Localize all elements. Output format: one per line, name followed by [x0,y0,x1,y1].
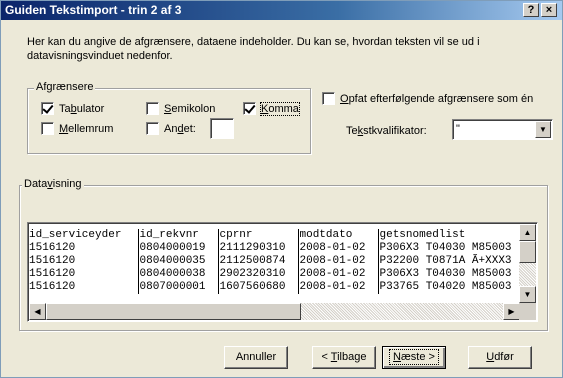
table-cell: 2008-01-02 [297,268,378,281]
scroll-right-icon[interactable]: ▶ [503,303,520,320]
table-row: 1516120 0804000038 2902320310 2008-01-02… [28,268,523,281]
tab-label: Tabulator [59,102,105,115]
table-cell: 0804000035 [137,255,218,268]
delimiters-group-label: Afgrænsere [34,81,96,93]
next-button[interactable]: Næste > [382,346,446,369]
table-cell: P306X3 T04030 M85003 [377,242,523,255]
table-cell: 0804000038 [137,268,218,281]
close-button[interactable]: × [541,3,557,17]
consecutive-checkbox-box[interactable] [322,92,335,105]
comma-checkbox[interactable]: Komma [243,101,300,116]
table-cell: P32200 T0871A Ã+XXX3 [377,255,523,268]
other-label: Andet: [164,122,196,135]
table-row: 1516120 0804000019 2111290310 2008-01-02… [28,242,523,255]
consecutive-label: Opfat efterfølgende afgrænsere som én [340,92,534,105]
semicolon-label: Semikolon [164,102,216,115]
column-header[interactable]: getsnomedlist [377,229,523,242]
finish-button[interactable]: Udfør [468,346,532,369]
table-cell: 2008-01-02 [297,255,378,268]
horizontal-scroll-thumb[interactable] [46,303,301,320]
space-label: Mellemrum [59,122,114,135]
scrollbar-corner [519,303,536,320]
table-cell: P33765 T04020 M85003 [377,281,523,294]
intro-text: Her kan du angive de afgrænsere, dataene… [27,36,480,62]
table-cell: 2008-01-02 [297,281,378,294]
data-preview-pane[interactable]: id_serviceyder id_rekvnr cprnr modtdato … [27,222,538,322]
tab-checkbox[interactable]: Tabulator [41,102,104,115]
table-cell: 1516120 [29,281,76,293]
other-checkbox[interactable]: Andet: [146,122,196,135]
vertical-scroll-thumb[interactable] [519,241,536,263]
semicolon-checkbox-box[interactable] [146,102,159,115]
semicolon-checkbox[interactable]: Semikolon [146,102,215,115]
horizontal-scrollbar[interactable]: ◀ ▶ [29,303,520,320]
column-header[interactable]: cprnr [217,229,298,242]
table-header-row: id_serviceyder id_rekvnr cprnr modtdato … [28,229,523,242]
table-row: 1516120 0807000001 1607560680 2008-01-02… [28,281,523,294]
comma-label: Komma [260,101,300,116]
table-cell: P306X3 T04030 M85003 [377,268,523,281]
text-qualifier-label: Tekstkvalifikator: [346,125,427,137]
scroll-up-icon[interactable]: ▲ [519,224,536,241]
other-checkbox-box[interactable] [146,122,159,135]
space-checkbox[interactable]: Mellemrum [41,122,113,135]
title-bar: Guiden Tekstimport - trin 2 af 3 ? × [1,1,562,20]
help-button[interactable]: ? [523,3,539,17]
back-button[interactable]: < Tilbage [312,346,376,369]
comma-checkbox-box[interactable] [243,102,256,115]
table-cell: 1516120 [29,255,76,267]
table-cell: 2008-01-02 [297,242,378,255]
column-header[interactable]: id_rekvnr [137,229,218,242]
consecutive-delimiters-checkbox[interactable]: Opfat efterfølgende afgrænsere som én [322,92,533,105]
table-cell: 2111290310 [217,242,298,255]
table-cell: 1516120 [29,268,76,280]
table-cell: 2902320310 [217,268,298,281]
column-header[interactable]: modtdato [297,229,378,242]
scroll-left-icon[interactable]: ◀ [29,303,46,320]
table-row: 1516120 0804000035 2112500874 2008-01-02… [28,255,523,268]
data-preview-table: id_serviceyder id_rekvnr cprnr modtdato … [28,229,523,294]
window-title: Guiden Tekstimport - trin 2 af 3 [5,3,182,17]
text-qualifier-value: " [456,123,460,135]
delimiters-group: Afgrænsere Tabulator Semikolon Komma Mel… [27,81,311,154]
chevron-down-icon[interactable]: ▼ [535,121,551,138]
table-cell: 0804000019 [137,242,218,255]
table-cell: 0807000001 [137,281,218,294]
space-checkbox-box[interactable] [41,122,54,135]
data-preview-group-label: Datavisning [22,178,84,190]
vertical-scrollbar[interactable]: ▲ ▼ [519,224,536,303]
column-header[interactable]: id_serviceyder [28,229,138,242]
table-cell: 1607560680 [217,281,298,294]
text-import-wizard-dialog: Guiden Tekstimport - trin 2 af 3 ? × Her… [0,0,563,378]
text-qualifier-select[interactable]: " ▼ [452,119,553,140]
cancel-button[interactable]: Annuller [224,346,288,369]
table-cell: 1516120 [29,242,76,254]
table-cell: 2112500874 [217,255,298,268]
scroll-down-icon[interactable]: ▼ [519,286,536,303]
tab-checkbox-box[interactable] [41,102,54,115]
other-delimiter-input[interactable] [210,118,234,139]
